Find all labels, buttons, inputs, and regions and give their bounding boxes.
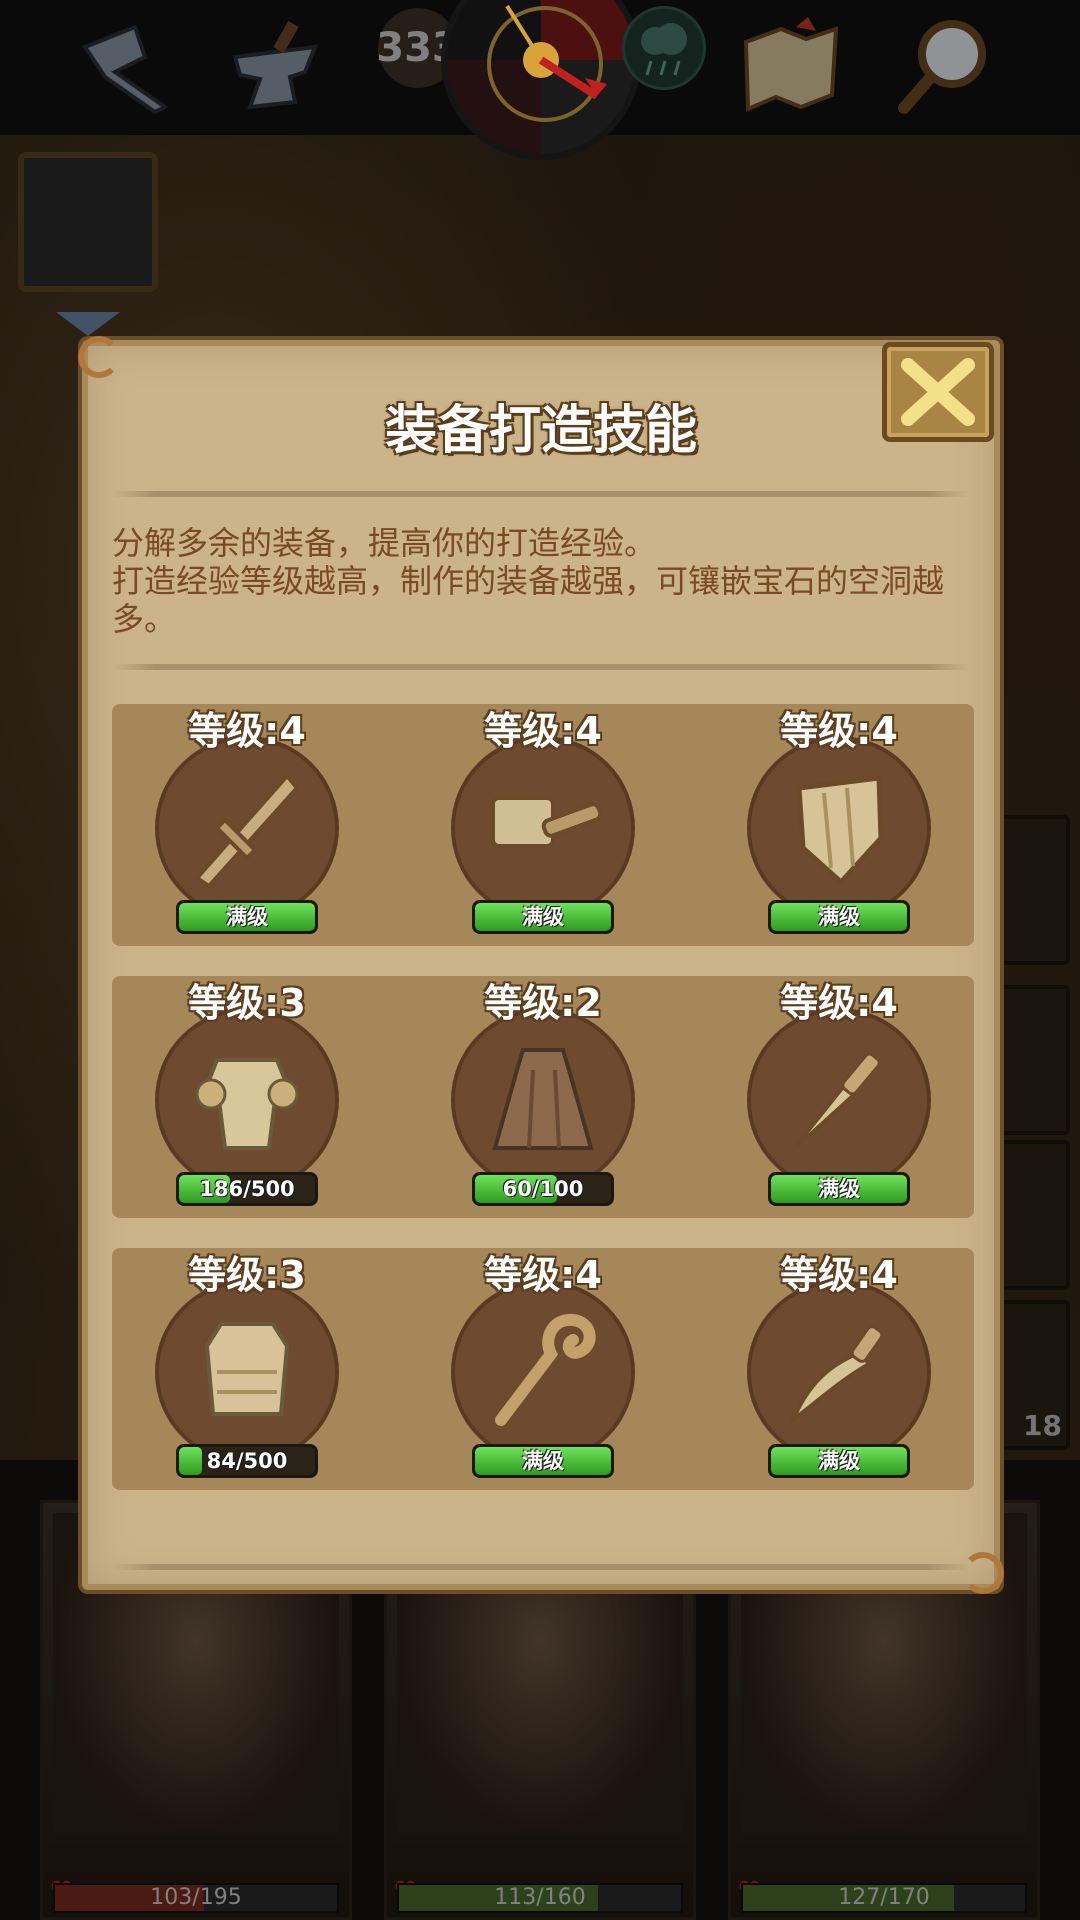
progress-bar: 60/100 [472,1172,614,1206]
skill-level: 等级:4 [780,709,898,753]
staff-icon [451,1280,635,1464]
skill-level: 等级:3 [188,981,306,1025]
skill-slot[interactable]: 等级:4 满级 [714,1248,964,1490]
skill-level: 等级:4 [780,1253,898,1297]
progress-bar: 186/500 [176,1172,318,1206]
description-line: 打造经验等级越高，制作的装备越强，可镶嵌宝石的空洞越多。 [112,562,945,638]
skill-level: 等级:4 [188,709,306,753]
skill-row: 等级:4 满级 等级:4 满级 等级:4 满级 [112,704,974,946]
shield-icon [747,736,931,920]
skill-slot[interactable]: 等级:4 满级 [714,704,964,946]
close-button[interactable] [882,342,994,442]
corner-ornament [962,1552,1004,1594]
skill-level: 等级:2 [484,981,602,1025]
divider [112,664,970,670]
progress-label: 满级 [818,905,860,929]
skill-level: 等级:3 [188,1253,306,1297]
progress-bar: 84/500 [176,1444,318,1478]
corner-ornament [78,336,120,378]
close-icon [901,358,975,426]
progress-label: 满级 [818,1177,860,1201]
progress-bar: 满级 [768,1444,910,1478]
progress-label: 满级 [226,905,268,929]
progress-label: 满级 [818,1449,860,1473]
divider [112,1564,970,1570]
progress-label: 满级 [522,905,564,929]
greatsword-icon [155,736,339,920]
skill-slot[interactable]: 等级:3 84/500 [122,1248,372,1490]
skill-slot[interactable]: 等级:3 186/500 [122,976,372,1218]
hammer-icon [451,736,635,920]
skill-row: 等级:3 186/500 等级:2 60/100 等级:4 满级 [112,976,974,1218]
curved-knife-icon [747,1280,931,1464]
skill-slot[interactable]: 等级:4 满级 [714,976,964,1218]
progress-label: 186/500 [199,1177,295,1201]
progress-label: 60/100 [502,1177,584,1201]
description-line: 分解多余的装备，提高你的打造经验。 [112,524,657,562]
skill-level: 等级:4 [484,1253,602,1297]
dagger-icon [747,1008,931,1192]
skill-slot[interactable]: 等级:4 满级 [418,1248,668,1490]
dialog-description: 分解多余的装备，提高你的打造经验。 打造经验等级越高，制作的装备越强，可镶嵌宝石… [112,524,970,638]
progress-label: 满级 [522,1449,564,1473]
plate-armor-icon [155,1008,339,1192]
divider [112,491,970,497]
dialog-title: 装备打造技能 [384,401,697,461]
skill-level: 等级:4 [780,981,898,1025]
progress-bar: 满级 [768,900,910,934]
skill-slot[interactable]: 等级:2 60/100 [418,976,668,1218]
chest-armor-icon [155,1280,339,1464]
skill-slot[interactable]: 等级:4 满级 [418,704,668,946]
skill-slot[interactable]: 等级:4 满级 [122,704,372,946]
crafting-skill-dialog: 装备打造技能 分解多余的装备，提高你的打造经验。 打造经验等级越高，制作的装备越… [78,336,1004,1594]
progress-bar: 满级 [472,1444,614,1478]
skill-row: 等级:3 84/500 等级:4 满级 等级:4 满级 [112,1248,974,1490]
skill-level: 等级:4 [484,709,602,753]
progress-label: 84/500 [206,1449,288,1473]
progress-bar: 满级 [176,900,318,934]
cloak-icon [451,1008,635,1192]
compass-icon[interactable] [441,0,641,160]
progress-bar: 满级 [768,1172,910,1206]
progress-bar: 满级 [472,900,614,934]
